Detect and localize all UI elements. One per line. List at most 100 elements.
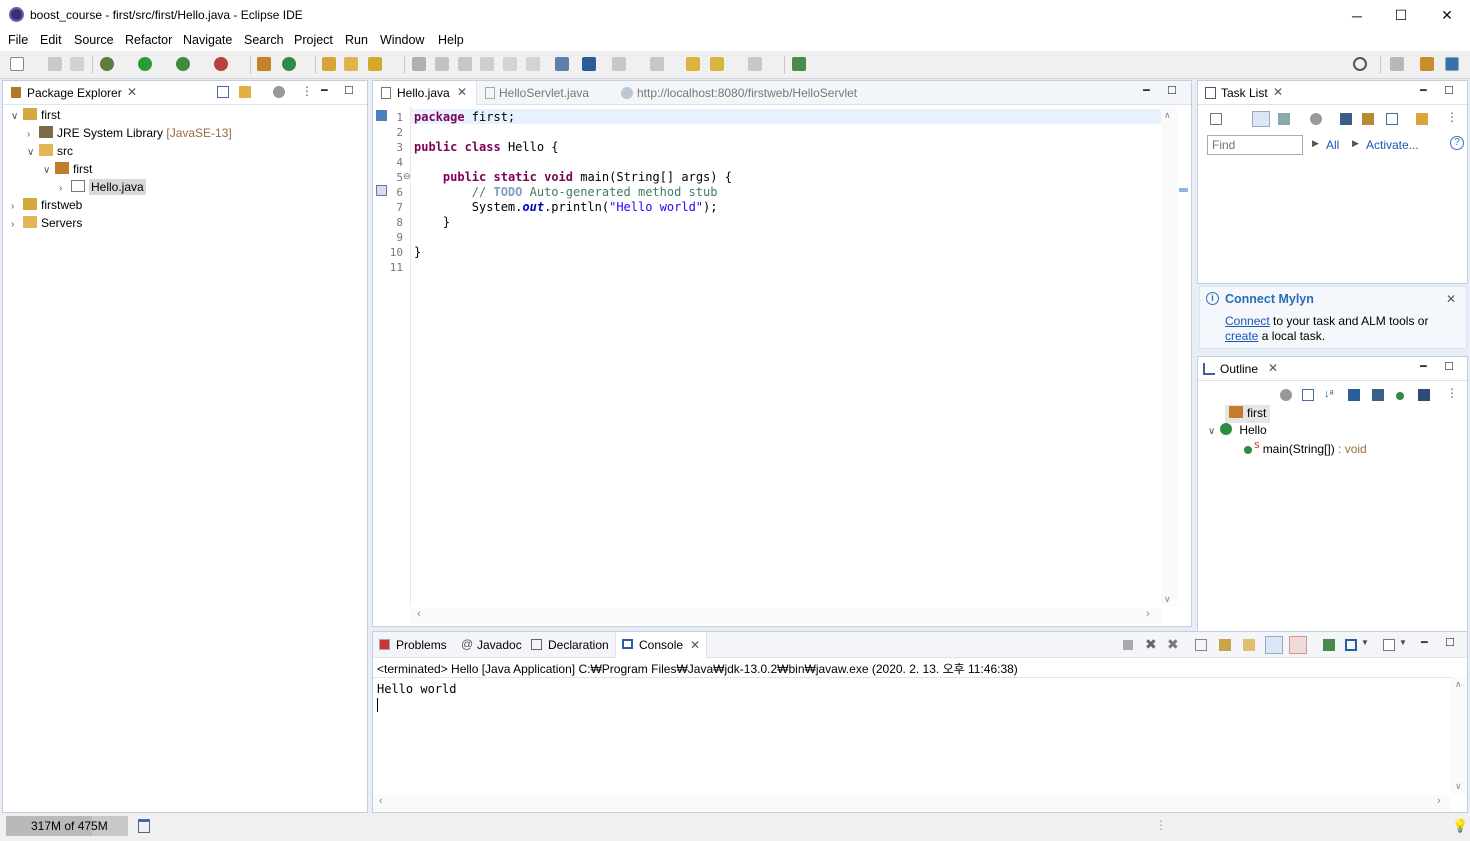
menu-window[interactable]: Window <box>380 33 424 47</box>
forward-icon[interactable] <box>748 57 762 71</box>
filters-icon[interactable] <box>1310 113 1322 125</box>
outline-item-package[interactable]: first <box>1225 405 1271 423</box>
open-console-icon[interactable] <box>1383 639 1395 651</box>
editor-tab-hello-java[interactable]: Hello.java ✕ <box>373 81 477 105</box>
minimize-view-icon[interactable]: ━ <box>321 84 328 97</box>
maximize-view-icon[interactable]: ☐ <box>1444 84 1454 97</box>
task-list-title[interactable]: Task List <box>1221 86 1268 100</box>
filters-icon[interactable] <box>273 86 285 98</box>
minimize-view-icon[interactable]: ━ <box>1420 84 1427 97</box>
console-horizontal-scrollbar[interactable]: ‹ › <box>373 795 1451 811</box>
last-edit-icon[interactable] <box>686 57 700 71</box>
tree-item-first-project[interactable]: ∨ first <box>11 108 60 126</box>
maximize-editor-icon[interactable]: ☐ <box>1167 84 1177 97</box>
open-resource-icon[interactable] <box>344 57 358 71</box>
tip-lightbulb-icon[interactable]: 💡 <box>1452 818 1468 834</box>
synchronize-icon[interactable] <box>1416 113 1428 125</box>
debug-icon[interactable] <box>100 57 114 71</box>
clear-console-icon[interactable] <box>1195 639 1207 651</box>
maximize-view-icon[interactable]: ☐ <box>1445 636 1455 649</box>
menu-project[interactable]: Project <box>294 33 333 47</box>
new-package-icon[interactable] <box>257 57 271 71</box>
menu-navigate[interactable]: Navigate <box>183 33 232 47</box>
tab-declaration[interactable]: Declaration <box>529 632 613 658</box>
maximize-view-icon[interactable]: ☐ <box>344 84 354 97</box>
minimize-view-icon[interactable]: ━ <box>1420 360 1427 373</box>
new-class-icon[interactable] <box>282 57 296 71</box>
maximize-button[interactable]: ☐ <box>1378 0 1424 31</box>
save-all-icon[interactable] <box>70 57 84 71</box>
outline-title[interactable]: Outline <box>1220 362 1258 376</box>
java-perspective-icon[interactable] <box>1445 57 1459 71</box>
chevron-right-icon[interactable]: › <box>59 183 71 194</box>
link-with-editor-icon[interactable] <box>239 86 251 98</box>
pin-editor-icon[interactable] <box>792 57 806 71</box>
package-explorer-title[interactable]: Package Explorer <box>27 86 122 100</box>
run-icon[interactable] <box>138 57 152 71</box>
open-perspective-icon[interactable] <box>1390 57 1404 71</box>
next-annotation-icon[interactable] <box>612 57 626 71</box>
open-type-icon[interactable] <box>322 57 336 71</box>
search-icon[interactable] <box>1353 57 1367 71</box>
garbage-collect-icon[interactable] <box>138 819 150 833</box>
help-icon[interactable]: ? <box>1450 136 1464 150</box>
tree-item-hello-java[interactable]: › Hello.java <box>59 179 146 198</box>
pilcrow-icon[interactable] <box>526 57 540 71</box>
activate-link[interactable]: Activate... <box>1366 138 1419 152</box>
coverage-icon[interactable] <box>176 57 190 71</box>
menu-refactor[interactable]: Refactor <box>125 33 172 47</box>
view-menu-icon[interactable]: ⋮ <box>1446 386 1458 400</box>
chevron-right-icon[interactable]: › <box>11 201 23 212</box>
scroll-lock-icon[interactable] <box>1219 639 1231 651</box>
sort-icon[interactable]: ↓ᵃ <box>1324 388 1334 400</box>
vertical-scrollbar[interactable]: ∧ ∨ <box>1161 106 1177 606</box>
tree-item-firstweb[interactable]: › firstweb <box>11 198 82 216</box>
close-button[interactable]: ✕ <box>1424 0 1470 31</box>
scheduled-icon[interactable] <box>1278 113 1290 125</box>
java-ee-perspective-icon[interactable] <box>1420 57 1434 71</box>
chevron-right-icon[interactable]: › <box>27 129 39 140</box>
console-vertical-scrollbar[interactable]: ∧ ∨ <box>1451 677 1467 795</box>
chevron-right-icon[interactable]: › <box>11 219 23 230</box>
menu-source[interactable]: Source <box>74 33 114 47</box>
tree-item-jre-library[interactable]: › JRE System Library [JavaSE-13] <box>27 126 232 144</box>
chevron-down-icon[interactable]: ∨ <box>1208 426 1220 437</box>
hide-static-icon[interactable] <box>1372 389 1384 401</box>
hide-local-types-icon[interactable] <box>1418 389 1430 401</box>
tab-console[interactable]: Console ✕ <box>615 632 707 658</box>
tab-problems[interactable]: Problems <box>373 632 453 658</box>
create-link[interactable]: create <box>1225 329 1258 343</box>
menu-file[interactable]: File <box>8 33 28 47</box>
annotation-icon[interactable] <box>435 57 449 71</box>
categorized-icon[interactable] <box>1252 111 1270 127</box>
menu-edit[interactable]: Edit <box>40 33 62 47</box>
terminate-icon[interactable] <box>1123 640 1133 650</box>
display-console-icon[interactable] <box>1345 639 1357 651</box>
heap-status[interactable]: 317M of 475M <box>6 816 128 836</box>
task-find-input[interactable] <box>1207 135 1303 155</box>
whitespace-icon[interactable] <box>503 57 517 71</box>
hide-fields-icon[interactable] <box>1348 389 1360 401</box>
show-stdout-icon[interactable] <box>1265 636 1283 654</box>
new-icon[interactable] <box>10 57 24 71</box>
connect-link[interactable]: Connect <box>1225 314 1270 328</box>
menu-help[interactable]: Help <box>438 33 464 47</box>
chevron-down-icon[interactable]: ∨ <box>27 147 39 158</box>
outline-item-method[interactable]: S main(String[]) : void <box>1244 441 1367 459</box>
show-stderr-icon[interactable] <box>1289 636 1307 654</box>
close-view-icon[interactable]: ✕ <box>127 85 137 99</box>
block-select-icon[interactable] <box>480 57 494 71</box>
hide-nonpublic-icon[interactable] <box>1396 392 1404 400</box>
skip-breakpoints-icon[interactable] <box>582 57 596 71</box>
back-icon[interactable] <box>710 57 724 71</box>
editor-tab-browser[interactable]: http://localhost:8080/firstweb/HelloServ… <box>617 81 887 105</box>
tab-javadoc[interactable]: @ Javadoc <box>459 632 525 658</box>
filters-icon[interactable] <box>1280 389 1292 401</box>
save-icon[interactable] <box>48 57 62 71</box>
editor-tab-helloservlet[interactable]: HelloServlet.java <box>479 81 609 105</box>
console-toolbar-icon[interactable] <box>555 57 569 71</box>
view-menu-icon[interactable]: ⋮ <box>301 84 313 98</box>
chevron-down-icon[interactable]: ∨ <box>43 165 55 176</box>
collapse-all-icon[interactable] <box>1302 389 1314 401</box>
minimize-view-icon[interactable]: ━ <box>1421 636 1428 649</box>
